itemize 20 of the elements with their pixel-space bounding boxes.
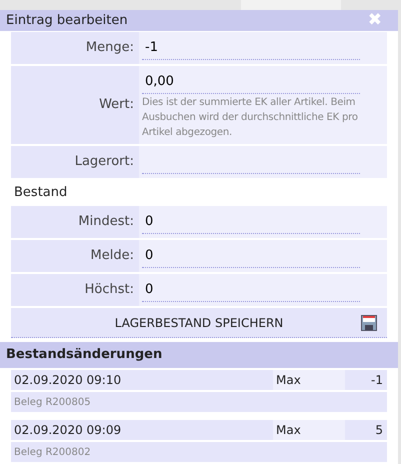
document-cell: Beleg R200802	[11, 442, 387, 462]
input-field[interactable]: 0,00	[142, 70, 360, 94]
field-label: Melde:	[90, 247, 134, 266]
field-label: Mindest:	[78, 213, 134, 232]
amount-cell: 5	[345, 420, 387, 440]
amount-cell: -1	[345, 370, 387, 390]
field-label: Höchst:	[84, 281, 134, 300]
date-cell: 02.09.2020 09:09	[11, 420, 273, 440]
user-cell: Max	[273, 370, 345, 390]
field-label: Lagerort:	[74, 153, 134, 172]
save-button[interactable]: LAGERBESTAND SPEICHERN	[11, 308, 387, 338]
field-label: Menge:	[86, 39, 134, 58]
dialog-title: Eintrag bearbeiten	[6, 12, 128, 30]
date-cell: 02.09.2020 09:10	[11, 370, 273, 390]
section-heading: Bestandsänderungen	[6, 346, 162, 364]
document-cell: Beleg R200805	[11, 392, 387, 412]
field-hint: Dies ist der summierte EK aller Artikel. Beim Ausbuchen wird der durchschnittliche EK pro Artikel abgezogen.	[142, 96, 359, 140]
user-cell: Max	[273, 420, 345, 440]
field-label: Wert:	[99, 96, 134, 114]
section-heading: Bestand	[14, 184, 68, 202]
